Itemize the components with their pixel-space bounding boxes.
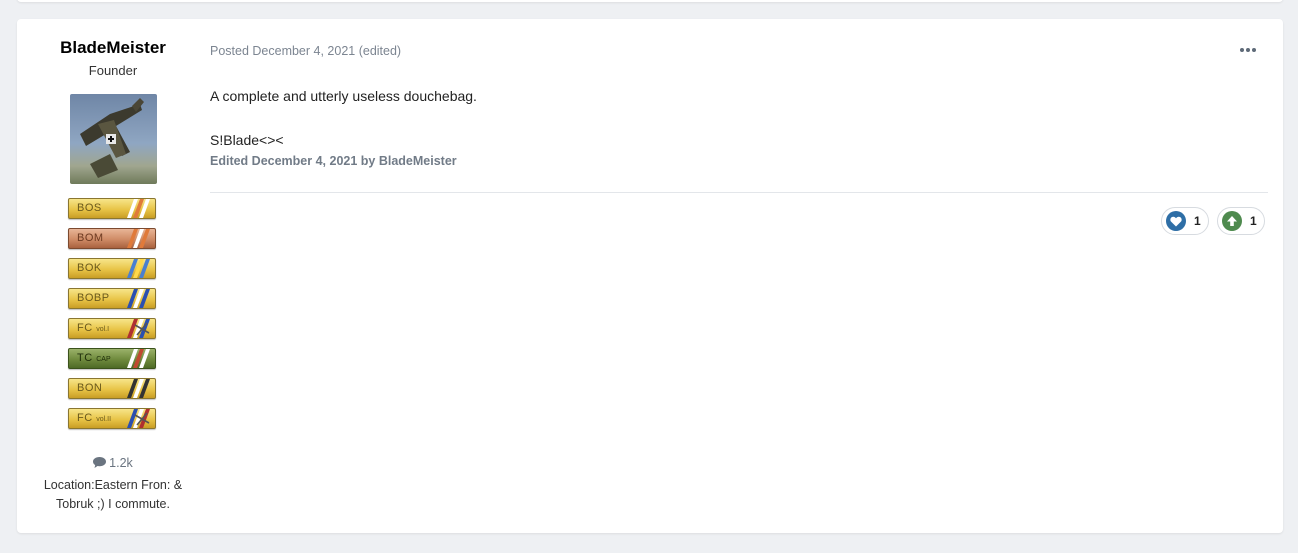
comment-icon — [93, 457, 107, 468]
post-paragraph: S!Blade<>< — [210, 132, 284, 148]
post-count-value: 1.2k — [109, 456, 133, 470]
avatar-plane-image — [80, 98, 144, 178]
badge-bok[interactable]: BOK — [68, 258, 156, 279]
previous-post-card — [17, 0, 1283, 2]
ribbon-stripes-icon — [127, 349, 150, 368]
badge-fc-vol1[interactable]: FC vol.I — [68, 318, 156, 339]
badge-list: BOS BOM BOK BOBP FC vol.I TC CAP BON FC … — [68, 198, 158, 438]
badge-tc-cap[interactable]: TC CAP — [68, 348, 156, 369]
badge-label: TC CAP — [77, 352, 111, 364]
post-paragraph: A complete and utterly useless douchebag… — [210, 88, 477, 104]
author-rank: Founder — [88, 63, 138, 78]
badge-label: BOM — [77, 232, 104, 244]
ribbon-stripes-icon — [127, 289, 150, 308]
ribbon-stripes-icon — [127, 199, 150, 218]
avatar[interactable] — [70, 94, 157, 184]
ribbon-plane-icon — [127, 319, 150, 338]
post-count: 1.2k — [17, 456, 209, 470]
post-content: A complete and utterly useless douchebag… — [210, 87, 477, 149]
badge-label: FC vol.I — [77, 322, 110, 334]
badge-fc-vol2[interactable]: FC vol.II — [68, 408, 156, 429]
reaction-upvote-button[interactable]: 1 — [1217, 207, 1265, 235]
divider — [210, 192, 1268, 193]
badge-label: BOBP — [77, 292, 110, 304]
reaction-count: 1 — [1250, 214, 1257, 228]
reaction-like-button[interactable]: 1 — [1161, 207, 1209, 235]
ribbon-stripes-icon — [127, 379, 150, 398]
badge-bobp[interactable]: BOBP — [68, 288, 156, 309]
heart-icon — [1166, 211, 1186, 231]
arrow-up-icon — [1222, 211, 1242, 231]
badge-label: FC vol.II — [77, 412, 112, 424]
more-options-icon[interactable] — [1239, 43, 1257, 57]
post-meta[interactable]: Posted December 4, 2021 (edited) — [210, 44, 401, 58]
badge-bom[interactable]: BOM — [68, 228, 156, 249]
reactions-bar: 1 1 — [1161, 207, 1265, 235]
badge-label: BOK — [77, 262, 102, 274]
badge-bos[interactable]: BOS — [68, 198, 156, 219]
ribbon-stripes-icon — [127, 229, 150, 248]
badge-label: BON — [77, 382, 103, 394]
reaction-count: 1 — [1194, 214, 1201, 228]
author-location: Location:Eastern Fron: & Tobruk ;) I com… — [43, 478, 183, 511]
author-name[interactable]: BladeMeister — [17, 38, 209, 58]
badge-bon[interactable]: BON — [68, 378, 156, 399]
edited-note: Edited December 4, 2021 by BladeMeister — [210, 154, 457, 168]
ribbon-stripes-icon — [127, 259, 150, 278]
badge-label: BOS — [77, 202, 102, 214]
ribbon-plane-icon — [127, 409, 150, 428]
forum-post: BladeMeister Founder BOS BOM BOK BOBP FC… — [17, 19, 1283, 533]
